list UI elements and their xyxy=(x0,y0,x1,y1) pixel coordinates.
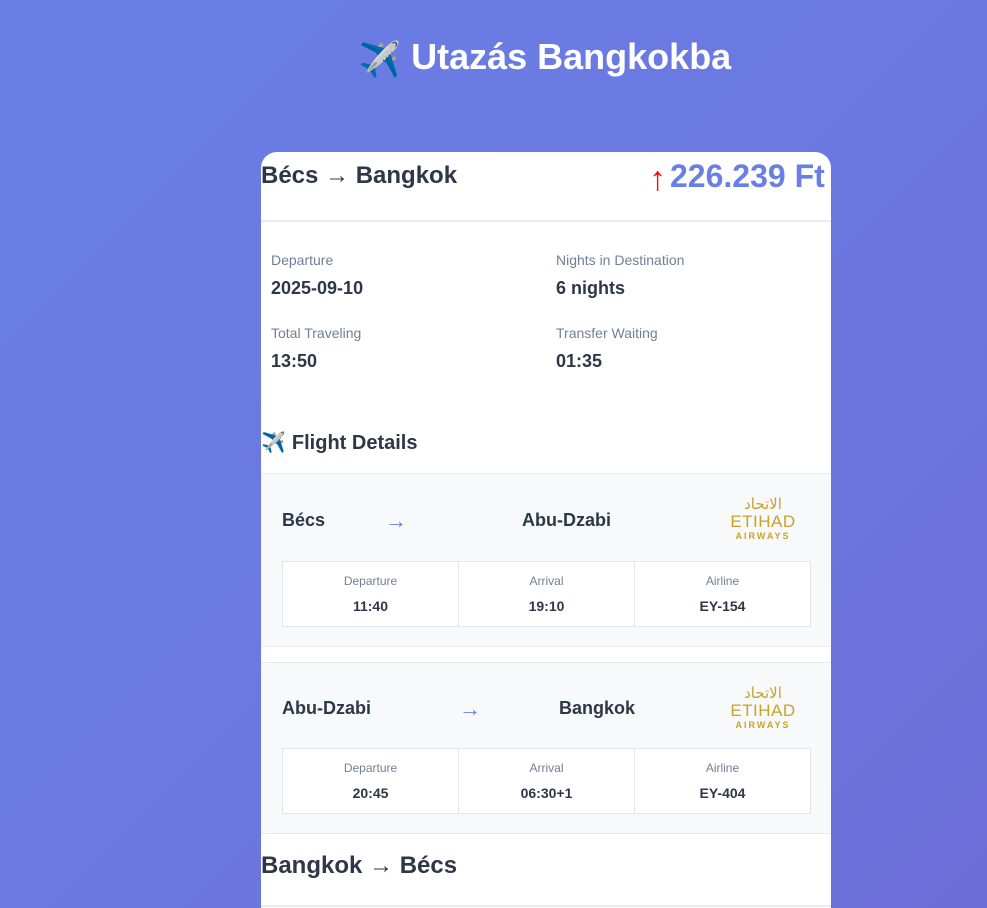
logo-arabic-text: الاتحاد xyxy=(744,495,782,513)
segment-arrow-icon: → xyxy=(459,696,481,721)
detail-value: 06:30+1 xyxy=(520,785,573,801)
detail-value: 20:45 xyxy=(352,785,389,801)
detail-departure: Departure 11:40 xyxy=(283,562,459,626)
price: ↑ 226.239 Ft xyxy=(649,158,825,199)
segment-details-table: Departure 20:45 Arrival 06:30+1 Airline … xyxy=(282,748,811,814)
detail-arrival: Arrival 19:10 xyxy=(459,562,635,626)
route-header: Bécs → Bangkok ↑ 226.239 Ft xyxy=(261,152,831,222)
info-transfer-waiting: Transfer Waiting 01:35 xyxy=(556,325,826,372)
page-title: ✈️ Utazás Bangkokba xyxy=(0,36,987,80)
flight-details-title-text: Flight Details xyxy=(291,432,418,454)
segment-origin: Bécs xyxy=(282,510,326,530)
price-up-arrow-icon: ↑ xyxy=(649,160,666,198)
detail-arrival: Arrival 06:30+1 xyxy=(459,749,635,813)
airplane-icon: ✈️ xyxy=(261,432,286,454)
return-route-title: Bangkok → Bécs xyxy=(261,852,458,879)
info-value: 13:50 xyxy=(271,351,318,371)
detail-airline: Airline EY-404 xyxy=(635,749,810,813)
price-value: 226.239 Ft xyxy=(670,158,825,194)
info-label: Nights in Destination xyxy=(556,252,685,268)
segment-destination: Bangkok xyxy=(559,698,636,718)
info-value: 6 nights xyxy=(556,278,626,298)
info-label: Transfer Waiting xyxy=(556,325,658,341)
logo-arabic-text: الاتحاد xyxy=(744,684,782,702)
segment-origin: Abu-Dzabi xyxy=(282,698,371,718)
detail-departure: Departure 20:45 xyxy=(283,749,459,813)
detail-value: EY-404 xyxy=(699,785,746,801)
detail-label: Arrival xyxy=(529,761,564,775)
airplane-icon: ✈️ xyxy=(358,41,402,79)
detail-label: Departure xyxy=(343,761,398,775)
etihad-airways-logo: الاتحاد ETIHAD AIRWAYS xyxy=(730,495,795,541)
info-nights: Nights in Destination 6 nights xyxy=(556,252,826,299)
detail-label: Airline xyxy=(705,761,740,775)
detail-label: Arrival xyxy=(529,574,564,588)
flight-segment: Bécs → Abu-Dzabi الاتحاد ETIHAD AIRWAYS … xyxy=(261,473,831,647)
info-label: Total Traveling xyxy=(271,325,362,341)
detail-value: 11:40 xyxy=(352,598,389,614)
logo-sub-text: AIRWAYS xyxy=(735,531,790,541)
detail-airline: Airline EY-154 xyxy=(635,562,810,626)
detail-label: Airline xyxy=(705,574,740,588)
logo-main-text: ETIHAD xyxy=(730,701,795,720)
info-value: 01:35 xyxy=(556,351,603,371)
page-title-text: Utazás Bangkokba xyxy=(411,36,732,77)
info-value: 2025-09-10 xyxy=(271,278,364,298)
flight-details-title: ✈️ Flight Details xyxy=(261,430,417,455)
trip-card: Bécs → Bangkok ↑ 226.239 Ft Departure 202… xyxy=(261,152,831,908)
segment-arrow-icon: → xyxy=(385,508,407,533)
divider xyxy=(261,905,831,907)
detail-label: Departure xyxy=(343,574,398,588)
info-departure: Departure 2025-09-10 xyxy=(271,252,541,299)
info-label: Departure xyxy=(271,252,334,268)
detail-value: EY-154 xyxy=(699,598,746,614)
flight-segment: Abu-Dzabi → Bangkok الاتحاد ETIHAD AIRWA… xyxy=(261,662,831,834)
etihad-airways-logo: الاتحاد ETIHAD AIRWAYS xyxy=(730,684,795,730)
segment-details-table: Departure 11:40 Arrival 19:10 Airline EY… xyxy=(282,561,811,627)
logo-sub-text: AIRWAYS xyxy=(735,720,790,730)
logo-main-text: ETIHAD xyxy=(730,512,795,531)
info-total-traveling: Total Traveling 13:50 xyxy=(271,325,541,372)
outbound-route-title: Bécs → Bangkok xyxy=(261,162,458,189)
segment-destination: Abu-Dzabi xyxy=(522,510,611,530)
detail-value: 19:10 xyxy=(528,598,565,614)
